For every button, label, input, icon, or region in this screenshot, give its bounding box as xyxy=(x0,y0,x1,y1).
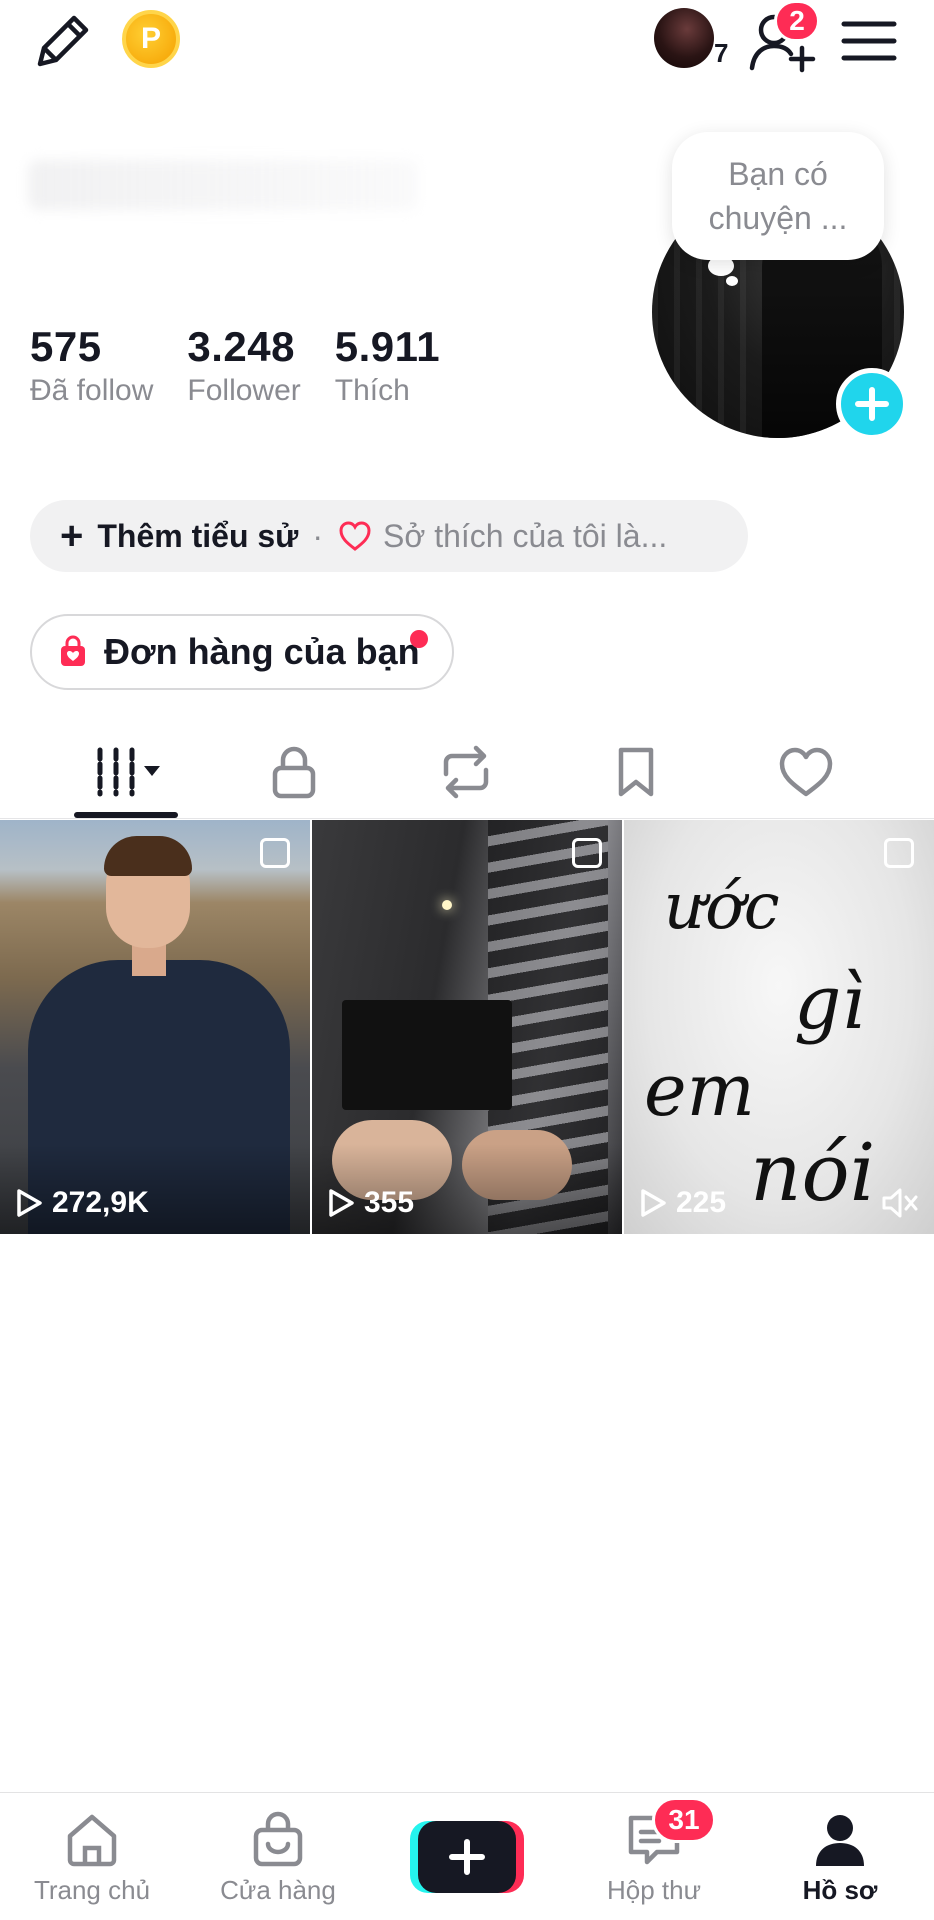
view-count: 225 xyxy=(638,1186,726,1220)
shop-bag-icon xyxy=(253,1811,303,1867)
caption-word: ước xyxy=(664,870,780,944)
create-button[interactable] xyxy=(410,1821,524,1893)
top-bar: P 7 2 xyxy=(0,0,934,80)
videos-grid-icon xyxy=(97,747,160,797)
bubble-tail-small xyxy=(726,276,738,286)
stat-label: Thích xyxy=(334,374,410,407)
view-count: 272,9K xyxy=(14,1186,149,1220)
tab-liked[interactable] xyxy=(766,740,846,804)
tab-reposts[interactable] xyxy=(426,740,506,804)
view-count-value: 355 xyxy=(364,1186,415,1219)
bookmark-icon xyxy=(618,747,654,797)
orders-label: Đơn hàng của bạn xyxy=(104,631,420,672)
stat-label: Đã follow xyxy=(30,374,154,407)
stat-value: 3.248 xyxy=(187,323,295,370)
muted-speaker-icon[interactable] xyxy=(880,1186,920,1220)
nav-shop-label: Cửa hàng xyxy=(220,1875,336,1905)
profile-stats: 575 Đã follow 3.248 Follower 5.911 Thích xyxy=(30,322,474,408)
shopping-bag-icon xyxy=(61,635,85,666)
video-grid: 272,9K 355 ước gì em nói 225 xyxy=(0,820,934,1234)
interest-placeholder: Sở thích của tôi là... xyxy=(383,517,668,554)
heart-icon xyxy=(779,747,833,797)
view-count-value: 272,9K xyxy=(52,1186,149,1219)
select-checkbox[interactable] xyxy=(260,838,290,868)
tab-private[interactable] xyxy=(254,740,334,804)
edit-profile-pencil-icon[interactable] xyxy=(30,8,96,74)
thumbnail-lamp xyxy=(442,900,452,910)
inbox-badge: 31 xyxy=(652,1797,716,1843)
nav-inbox-label: Hộp thư xyxy=(606,1875,701,1905)
select-checkbox[interactable] xyxy=(572,838,602,868)
orders-button[interactable]: Đơn hàng của bạn xyxy=(30,614,454,690)
home-icon xyxy=(67,1814,117,1867)
stat-followers[interactable]: 3.248 Follower xyxy=(187,322,300,408)
caption-word: gì xyxy=(794,960,866,1046)
tabs-divider xyxy=(0,818,934,819)
nav-shop[interactable]: Cửa hàng xyxy=(198,1809,358,1906)
nav-profile[interactable]: Hồ sơ xyxy=(760,1809,920,1906)
repost-icon xyxy=(443,745,489,799)
caption-word: nói xyxy=(750,1126,876,1219)
stat-following[interactable]: 575 Đã follow xyxy=(30,322,153,408)
tab-saved[interactable] xyxy=(596,740,676,804)
menu-icon[interactable] xyxy=(838,14,900,68)
blurred-username xyxy=(28,160,418,210)
thumbnail-person-hair xyxy=(104,836,192,876)
friend-requests-badge: 2 xyxy=(774,0,820,42)
add-bio-label: Thêm tiểu sử xyxy=(97,517,299,554)
play-icon xyxy=(641,1189,666,1217)
profile-icon xyxy=(816,1815,864,1866)
create-plus-icon xyxy=(418,1821,516,1893)
nav-home-label: Trang chủ xyxy=(33,1875,151,1905)
heart-outline-icon xyxy=(339,521,371,551)
view-count: 355 xyxy=(326,1186,414,1220)
play-icon xyxy=(329,1189,354,1217)
video-thumbnail[interactable]: 272,9K xyxy=(0,820,310,1234)
avatar-note-bubble[interactable]: Bạn có chuyện ... xyxy=(672,132,884,260)
view-count-value: 225 xyxy=(676,1186,727,1219)
profile-tabs xyxy=(0,732,934,820)
lock-icon xyxy=(272,746,316,799)
thumbnail-table xyxy=(342,1000,512,1110)
nav-profile-label: Hồ sơ xyxy=(802,1875,878,1905)
tab-videos[interactable] xyxy=(86,740,166,804)
orders-notification-dot xyxy=(410,630,428,648)
bio-chip[interactable]: + Thêm tiểu sử · Sở thích của tôi là... xyxy=(30,500,748,572)
story-avatar[interactable] xyxy=(654,8,714,68)
bottom-navigation: Trang chủ Cửa hàng Hộp thư 31 Hồ sơ xyxy=(0,1792,934,1920)
video-thumbnail[interactable]: ước gì em nói 225 xyxy=(624,820,934,1234)
add-avatar-plus-icon[interactable] xyxy=(836,368,908,440)
coin-icon[interactable]: P xyxy=(122,10,180,68)
stat-value: 5.911 xyxy=(334,323,441,370)
stat-likes[interactable]: 5.911 Thích xyxy=(335,322,440,408)
caption-word: em xyxy=(644,1048,755,1132)
select-checkbox[interactable] xyxy=(884,838,914,868)
plus-icon: + xyxy=(60,514,84,558)
play-icon xyxy=(17,1189,42,1217)
story-count: 7 xyxy=(714,38,729,68)
video-thumbnail[interactable]: 355 xyxy=(312,820,622,1234)
separator-dot: · xyxy=(312,517,323,554)
stat-label: Follower xyxy=(187,374,301,407)
stat-value: 575 xyxy=(30,323,102,370)
nav-home[interactable]: Trang chủ xyxy=(12,1809,172,1906)
